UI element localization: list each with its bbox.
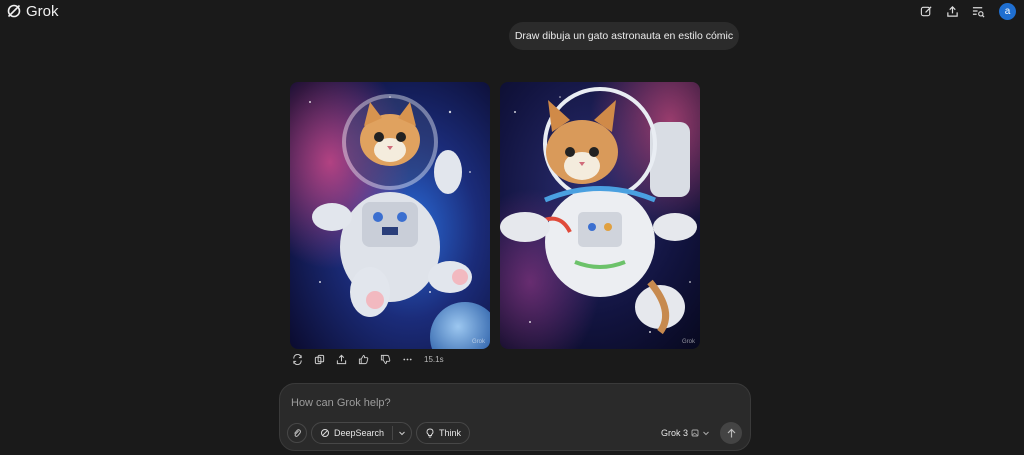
avatar[interactable]: a [999, 2, 1016, 20]
top-bar: Grok a [0, 0, 1024, 22]
think-label: Think [439, 428, 462, 438]
response-time: 15.1s [424, 354, 444, 364]
composer: DeepSearch Think Grok 3 [279, 383, 751, 451]
model-selector[interactable]: Grok 3 [661, 428, 710, 438]
image-watermark: Grok [681, 339, 695, 345]
brand-logo[interactable]: Grok [6, 3, 59, 20]
think-button[interactable]: Think [416, 422, 471, 444]
astronaut-cat-image-icon [500, 82, 700, 349]
user-message-bubble: Draw dibuja un gato astronauta en estilo… [509, 22, 739, 50]
thumbs-down-icon[interactable] [378, 352, 392, 366]
chevron-down-icon [399, 431, 405, 436]
deepsearch-icon [321, 429, 329, 437]
edit-icon[interactable] [918, 3, 934, 19]
regenerate-icon[interactable] [290, 352, 304, 366]
image-watermark: Grok [471, 339, 485, 345]
chevron-down-icon [703, 431, 709, 436]
generated-image-2[interactable]: Grok [500, 82, 700, 349]
deepsearch-button[interactable]: DeepSearch [312, 422, 392, 444]
app-name: Grok [26, 2, 59, 20]
response-actions: 15.1s [290, 352, 444, 366]
copy-icon[interactable] [312, 352, 326, 366]
deepsearch-options-button[interactable] [393, 422, 411, 444]
deepsearch-label: DeepSearch [334, 428, 385, 438]
generated-image-1[interactable]: Grok [290, 82, 490, 349]
image-mode-icon [691, 429, 699, 437]
astronaut-cat-image-icon [290, 82, 490, 349]
share-icon[interactable] [334, 352, 348, 366]
more-icon[interactable] [400, 352, 414, 366]
thumbs-up-icon[interactable] [356, 352, 370, 366]
send-button[interactable] [720, 422, 742, 444]
share-icon[interactable] [944, 3, 960, 19]
model-label: Grok 3 [660, 428, 688, 438]
history-search-icon[interactable] [970, 3, 986, 19]
lightbulb-icon [426, 428, 434, 438]
grok-logo-icon [7, 4, 21, 18]
paperclip-icon [294, 429, 301, 437]
prompt-input[interactable] [291, 394, 731, 412]
attach-button[interactable] [287, 423, 307, 443]
arrow-up-icon [727, 428, 735, 437]
deepsearch-group: DeepSearch [311, 422, 413, 444]
